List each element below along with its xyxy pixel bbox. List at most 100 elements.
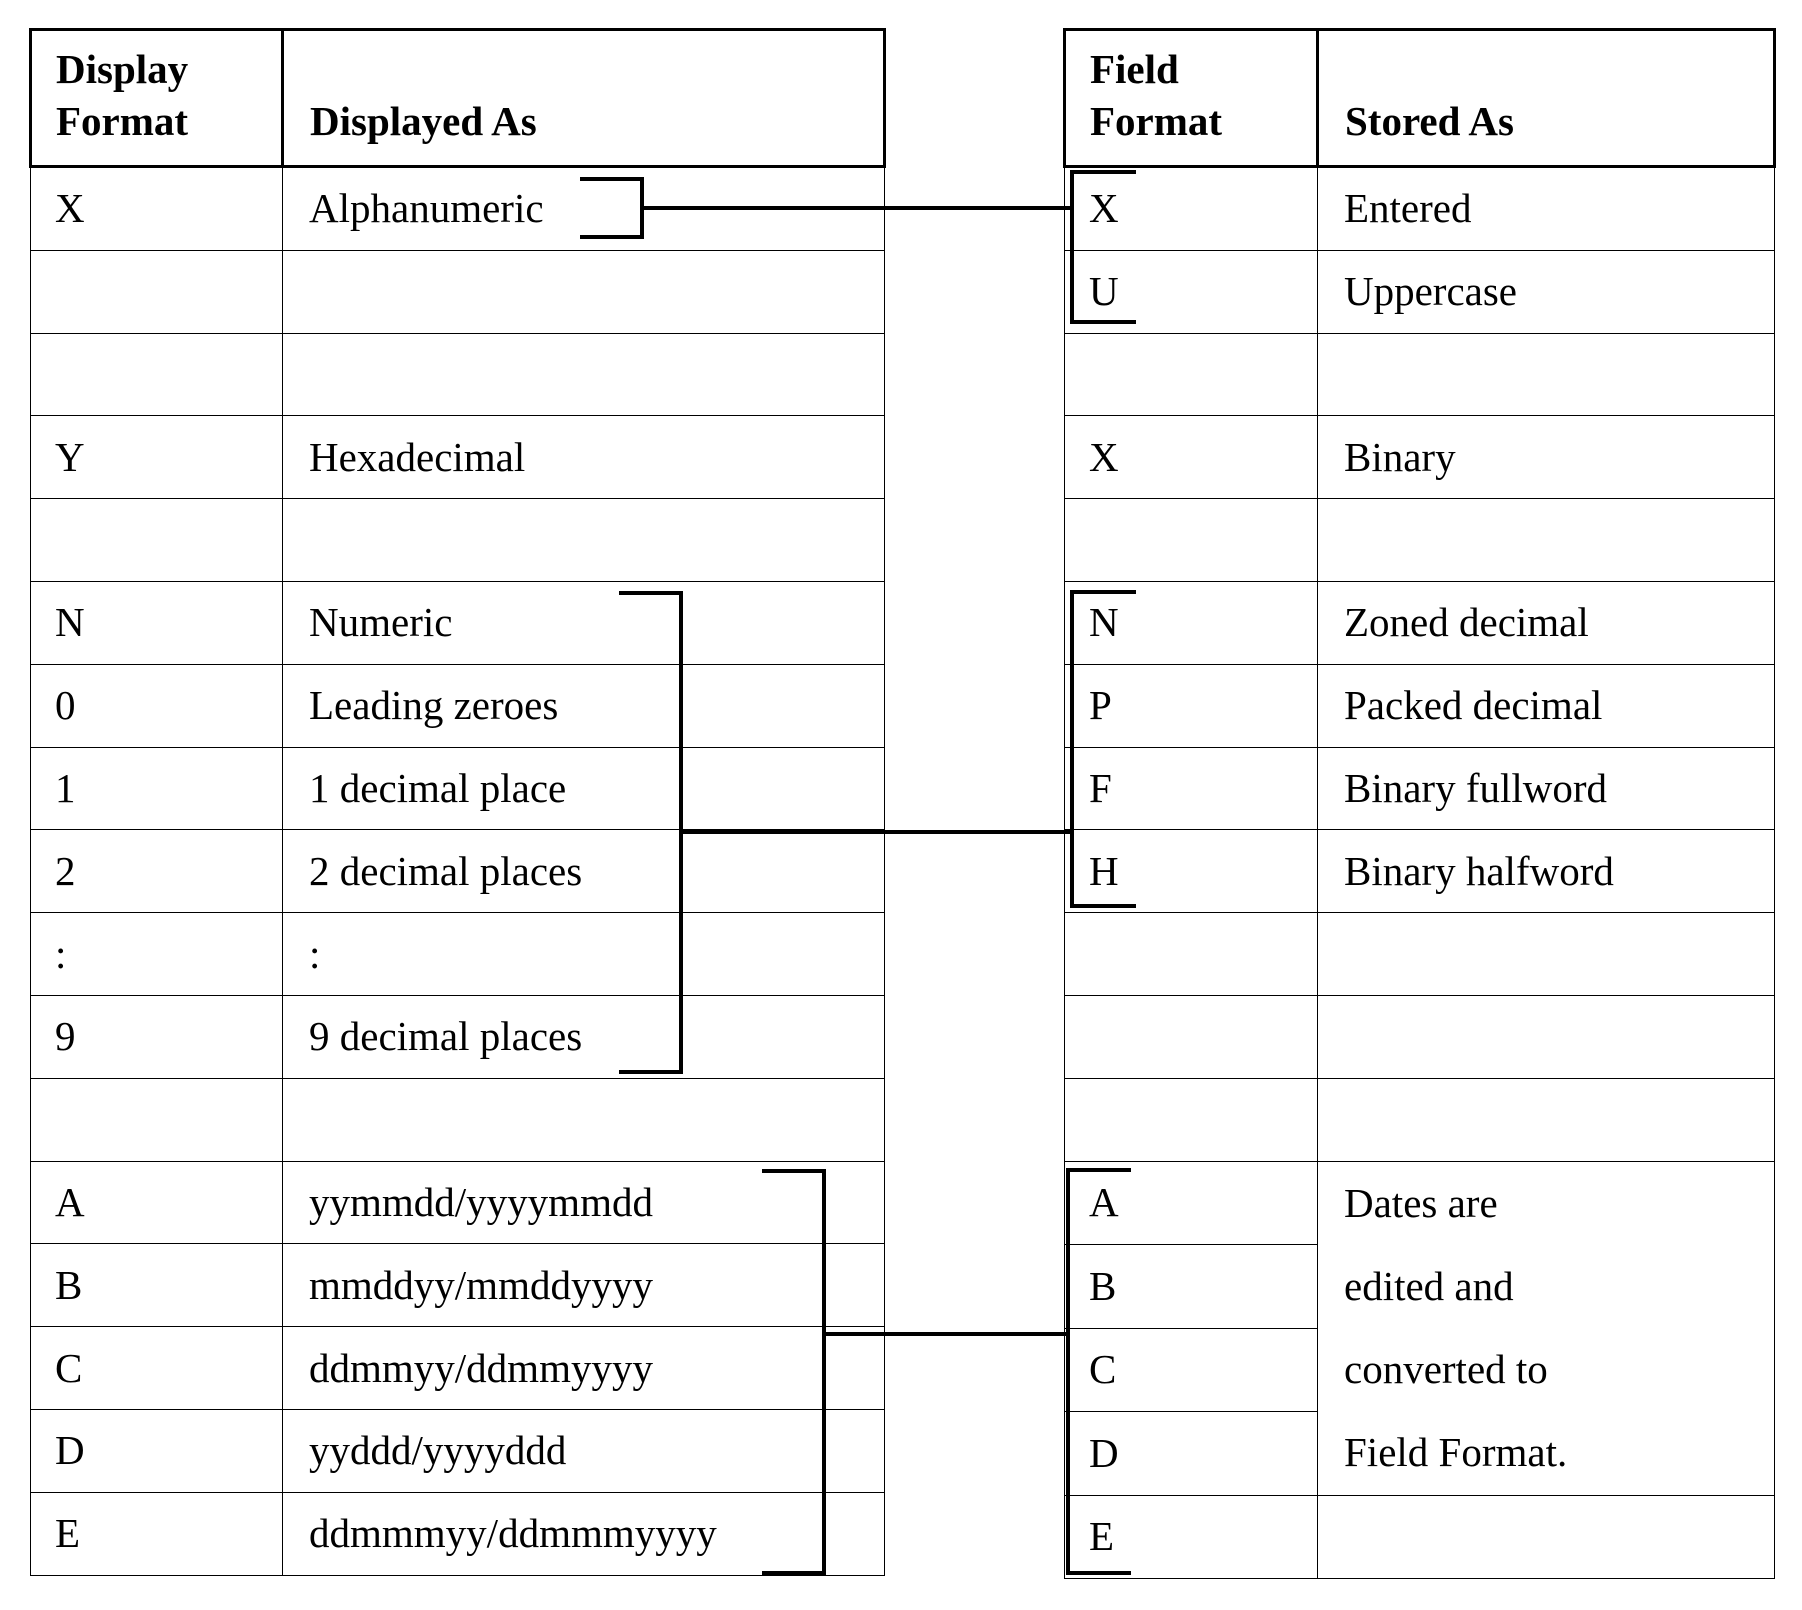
display-format-table: Display Format Displayed As X Alphanumeri…: [29, 28, 886, 1576]
format-cell: 9: [30, 994, 283, 1079]
format-cell: Y: [30, 415, 283, 500]
format-code: X: [55, 185, 85, 232]
header-line: Format: [56, 98, 189, 144]
format-code: 1: [55, 764, 76, 811]
meaning-cell: Entered: [1317, 166, 1775, 251]
table-row: 2 2 decimal places: [30, 829, 885, 914]
table-row: Cddmmyy/ddmmyyyy: [30, 1326, 885, 1410]
format-code: C: [1089, 1346, 1117, 1393]
meaning-text: ddmmyy/ddmmyyyy: [309, 1344, 653, 1391]
format-cell: [30, 249, 283, 334]
format-code: F: [1089, 764, 1112, 811]
meaning-cell: [282, 498, 885, 582]
meaning-text: 2 decimal places: [309, 847, 583, 894]
format-cell: A: [30, 1160, 283, 1245]
format-code: N: [1089, 599, 1119, 646]
format-code: 0: [55, 682, 76, 729]
date-note-cell: Dates are edited and converted to Field …: [1317, 1160, 1775, 1496]
meaning-text: Binary: [1344, 433, 1456, 480]
meaning-cell: Hexadecimal: [282, 415, 885, 500]
table-row: [1064, 332, 1775, 417]
format-cell: N: [1064, 580, 1318, 665]
table-row: 1 1 decimal place: [30, 746, 885, 831]
format-cell: X: [1064, 415, 1318, 500]
table-row: U Uppercase: [1064, 249, 1775, 334]
meaning-text: ddmmmyy/ddmmmyyyy: [309, 1510, 717, 1557]
table-row: H Binary halfword: [1064, 829, 1775, 914]
format-code: A: [55, 1178, 85, 1225]
meaning-text: Leading zeroes: [309, 682, 559, 729]
format-cell: [30, 498, 283, 582]
date-note-line: converted to: [1344, 1346, 1548, 1393]
format-code: N: [55, 599, 85, 646]
meaning-text: 9 decimal places: [309, 1013, 583, 1060]
header-line: Field: [1090, 46, 1179, 92]
format-cell: 1: [30, 746, 283, 831]
format-code: :: [55, 930, 67, 977]
format-cell: [1064, 332, 1318, 417]
format-code: P: [1089, 682, 1112, 729]
format-code: D: [1089, 1429, 1119, 1476]
format-code: D: [55, 1427, 85, 1474]
field-format-table: Field Format Stored As X Entered U Upperca…: [1063, 28, 1776, 1579]
meaning-text: Binary fullword: [1344, 764, 1608, 811]
format-code: C: [55, 1344, 83, 1391]
table-row: Y Hexadecimal: [30, 415, 885, 500]
format-cell: 2: [30, 829, 283, 914]
meaning-text: Alphanumeric: [309, 185, 544, 232]
meaning-cell: Leading zeroes: [282, 663, 885, 748]
meaning-cell: Binary halfword: [1317, 829, 1775, 914]
format-cell: N: [30, 580, 283, 665]
date-note: Dates are edited and converted to Field …: [1318, 1162, 1774, 1495]
header-line: Displayed As: [310, 98, 537, 144]
meaning-text: Binary halfword: [1344, 847, 1614, 894]
meaning-cell: Binary: [1317, 415, 1775, 500]
format-cell: 0: [30, 663, 283, 748]
table-row: P Packed decimal: [1064, 663, 1775, 748]
format-code: X: [1089, 185, 1119, 232]
format-code: B: [55, 1261, 83, 1308]
header-field-format: Field Format: [1063, 28, 1319, 168]
table-row: [30, 1077, 885, 1162]
header-line: Display: [56, 46, 189, 92]
meaning-cell: Packed decimal: [1317, 663, 1775, 748]
format-code: U: [1089, 268, 1119, 315]
date-note-line: Field Format.: [1344, 1429, 1568, 1476]
header-row: Field Format Stored As: [1063, 28, 1776, 168]
date-note-line: Dates are: [1344, 1179, 1498, 1226]
format-cell: P: [1064, 663, 1318, 748]
table-row: Dyyddd/yyyyddd: [30, 1408, 885, 1493]
table-row: Bmmddyy/mmddyyyy: [30, 1243, 885, 1328]
meaning-text: Entered: [1344, 185, 1472, 232]
meaning-cell: Numeric: [282, 580, 885, 665]
format-cell: [30, 1077, 283, 1162]
table-row: 9 9 decimal places: [30, 994, 885, 1079]
table-row: [30, 498, 885, 582]
meaning-text: :: [309, 930, 321, 977]
format-cell: B: [1064, 1244, 1318, 1329]
meaning-cell: [1317, 1077, 1775, 1162]
meaning-text: Numeric: [309, 599, 453, 646]
meaning-cell: 9 decimal places: [282, 994, 885, 1079]
meaning-text: yyddd/yyyyddd: [309, 1427, 567, 1474]
meaning-cell: [1317, 1494, 1775, 1579]
meaning-cell: [282, 332, 885, 417]
table-row: E: [1064, 1494, 1775, 1579]
table-row: N Zoned decimal: [1064, 580, 1775, 665]
table-row: [30, 249, 885, 334]
meaning-cell: [1317, 498, 1775, 582]
meaning-cell: yymmdd/yyyymmdd: [282, 1160, 885, 1245]
format-cell: B: [30, 1243, 283, 1328]
meaning-cell: Binary fullword: [1317, 746, 1775, 831]
format-code: A: [1089, 1179, 1119, 1226]
meaning-text: Packed decimal: [1344, 682, 1603, 729]
header-stored-as: Stored As: [1316, 28, 1776, 168]
table-row: [1064, 1077, 1775, 1162]
meaning-cell: :: [282, 912, 885, 996]
format-code: Y: [55, 433, 85, 480]
meaning-cell: 1 decimal place: [282, 746, 885, 831]
meaning-text: Uppercase: [1344, 268, 1518, 315]
meaning-text: Hexadecimal: [309, 433, 526, 480]
format-cell: E: [30, 1491, 283, 1576]
table-row: [1064, 912, 1775, 996]
